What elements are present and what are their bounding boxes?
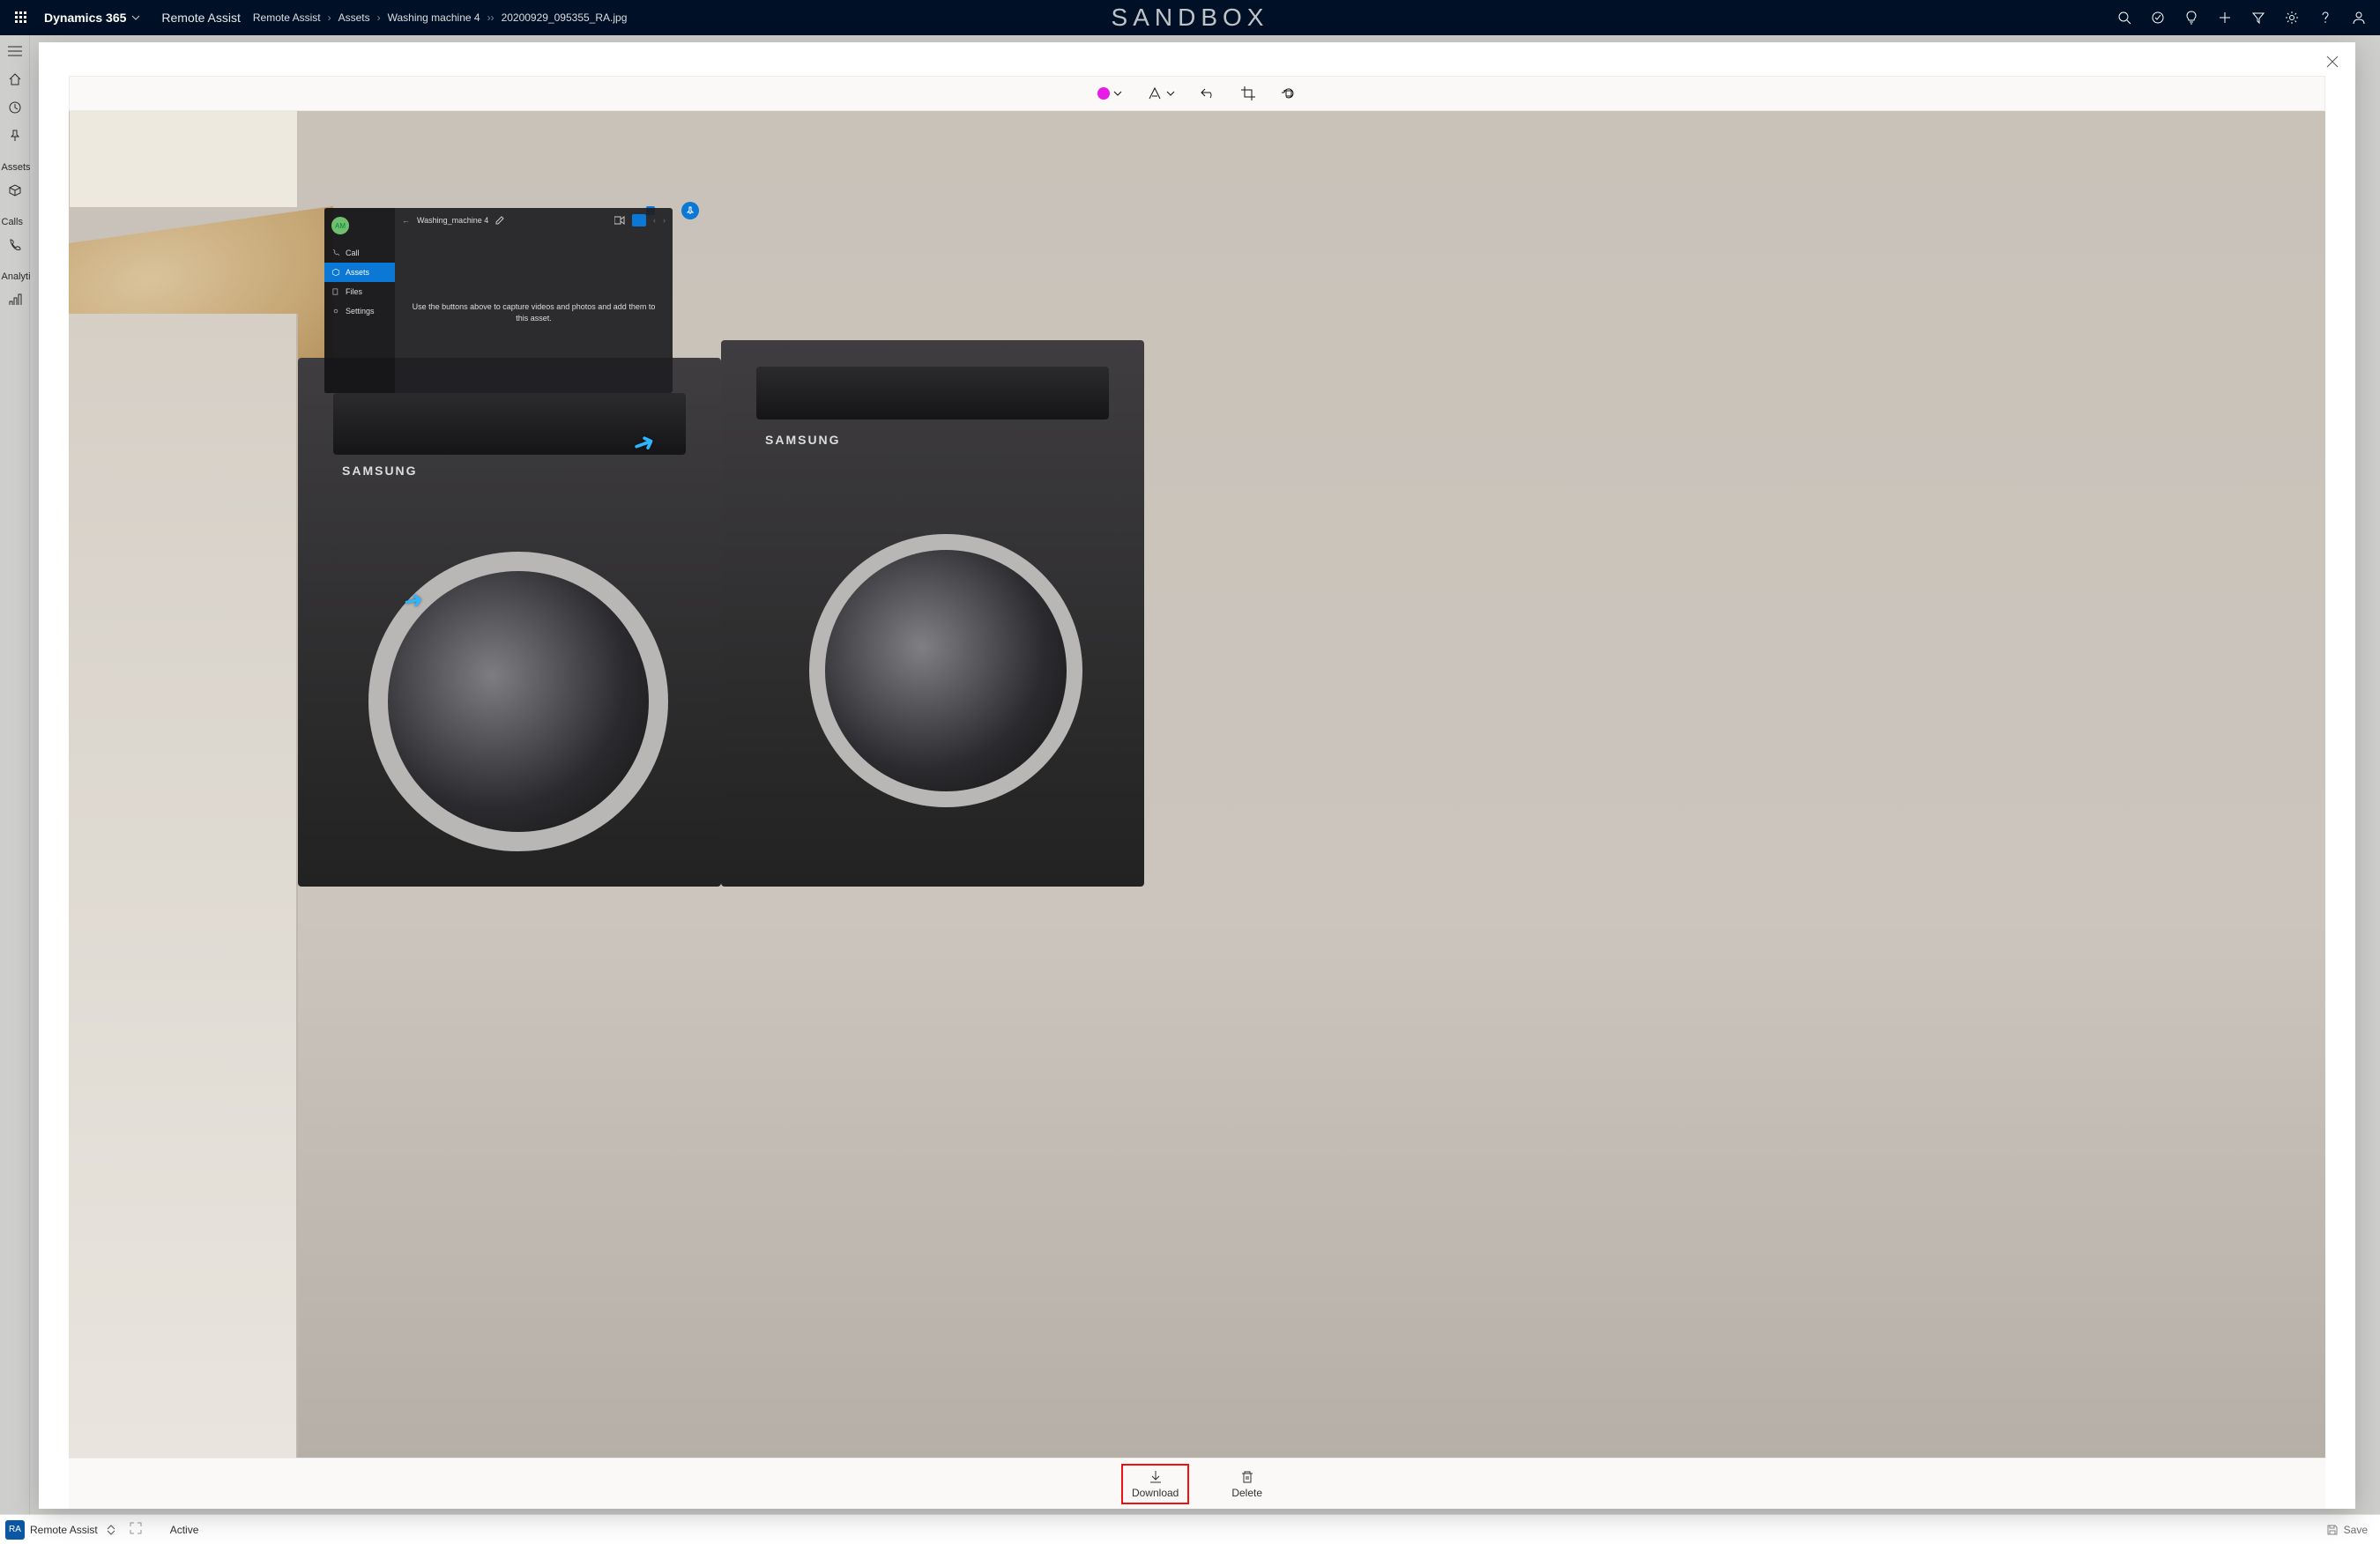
download-icon	[1148, 1469, 1164, 1485]
nav-pinned-icon[interactable]	[2, 125, 28, 146]
video-icon	[614, 216, 625, 225]
nav-section-label: Assets	[0, 162, 30, 173]
breadcrumb-item[interactable]: Assets	[338, 11, 370, 24]
appliance-brand: SAMSUNG	[342, 464, 418, 478]
nav-section-label: Calls	[0, 217, 30, 227]
brand-dropdown[interactable]: Dynamics 365	[35, 11, 149, 25]
captured-image: SAMSUNG SAMSUNG ➜ ➜ AM Call	[69, 111, 2325, 1458]
image-viewer-modal: SAMSUNG SAMSUNG ➜ ➜ AM Call	[39, 42, 2355, 1509]
camera-icon	[632, 214, 646, 226]
filter-icon[interactable]	[2244, 4, 2272, 32]
nav-recent-icon[interactable]	[2, 97, 28, 118]
nav-calls-icon[interactable]	[2, 234, 28, 256]
crop-icon	[1240, 85, 1256, 101]
record-footer-bar: RA Remote Assist Active Save	[0, 1514, 2380, 1544]
add-icon[interactable]	[2211, 4, 2239, 32]
brand-label: Dynamics 365	[44, 11, 126, 25]
annotation-toolbar	[69, 76, 2325, 111]
rotate-button[interactable]	[1281, 85, 1297, 101]
holo-nav-assets: Assets	[324, 263, 395, 282]
trash-icon	[1239, 1469, 1255, 1485]
holo-pin-icon	[681, 202, 699, 219]
nav-section-label: Analytics	[0, 271, 30, 282]
arrow-tool[interactable]	[1147, 85, 1175, 101]
breadcrumbs: Remote Assist › Assets › Washing machine…	[253, 11, 627, 24]
holo-header: ← Washing_machine 4 ‹ ›	[395, 208, 673, 233]
save-button[interactable]: Save	[2326, 1524, 2368, 1536]
save-icon	[2326, 1524, 2339, 1536]
record-stepper[interactable]	[103, 1525, 119, 1535]
gear-icon	[331, 307, 340, 315]
close-button[interactable]	[2322, 51, 2343, 72]
topbar-actions	[2110, 4, 2373, 32]
download-button[interactable]: Download	[1123, 1466, 1187, 1503]
phone-icon	[331, 249, 340, 257]
holo-avatar: AM	[331, 217, 349, 234]
help-icon[interactable]	[2311, 4, 2339, 32]
edit-icon	[495, 216, 504, 225]
washer: SAMSUNG	[298, 358, 721, 887]
close-icon	[2325, 55, 2339, 69]
holo-hint-text: Use the buttons above to capture videos …	[395, 233, 673, 393]
search-icon[interactable]	[2110, 4, 2138, 32]
delete-button[interactable]: Delete	[1223, 1466, 1271, 1503]
rotate-icon	[1281, 85, 1297, 101]
task-icon[interactable]	[2144, 4, 2172, 32]
breadcrumb-item[interactable]: Washing machine 4	[388, 11, 480, 24]
delete-label: Delete	[1231, 1487, 1262, 1499]
holo-nav-settings: Settings	[324, 301, 395, 321]
holo-main: ← Washing_machine 4 ‹ › Use the buttons …	[395, 208, 673, 393]
chevron-down-icon	[1166, 89, 1175, 98]
hololens-overlay: AM Call Assets Files Se	[324, 208, 673, 393]
image-canvas[interactable]: SAMSUNG SAMSUNG ➜ ➜ AM Call	[69, 111, 2325, 1458]
chevron-down-icon	[131, 13, 140, 22]
environment-label: SANDBOX	[1112, 4, 1269, 32]
crop-button[interactable]	[1240, 85, 1256, 101]
undo-button[interactable]	[1200, 85, 1216, 101]
holo-nav-files: Files	[324, 282, 395, 301]
app-topbar: Dynamics 365 Remote Assist Remote Assist…	[0, 0, 2380, 35]
expand-icon[interactable]	[130, 1522, 142, 1537]
dryer: SAMSUNG	[721, 340, 1144, 887]
color-swatch-icon	[1097, 87, 1110, 100]
lightbulb-icon[interactable]	[2177, 4, 2205, 32]
nav-hamburger-icon[interactable]	[2, 41, 28, 62]
holo-sidebar: AM Call Assets Files Se	[324, 208, 395, 393]
app-name: Remote Assist	[149, 11, 252, 25]
owner-label[interactable]: Remote Assist	[30, 1524, 98, 1536]
breadcrumb-item[interactable]: Remote Assist	[253, 11, 321, 24]
nav-home-icon[interactable]	[2, 69, 28, 90]
chevron-down-icon	[107, 1530, 115, 1535]
left-nav: Assets Calls Analytics	[0, 35, 30, 1544]
undo-icon	[1200, 85, 1216, 101]
nav-analytics-icon[interactable]	[2, 289, 28, 310]
appliance-brand: SAMSUNG	[765, 433, 841, 447]
arrow-tool-icon	[1147, 85, 1163, 101]
files-icon	[331, 287, 340, 296]
holo-nav-call: Call	[324, 243, 395, 263]
cube-icon	[331, 268, 340, 277]
back-icon: ←	[402, 216, 410, 225]
status-text: Active	[170, 1524, 199, 1536]
holo-title: Washing_machine 4	[417, 216, 488, 225]
color-picker[interactable]	[1097, 87, 1122, 100]
app-launcher-icon[interactable]	[7, 11, 35, 25]
next-icon: ›	[663, 216, 666, 225]
breadcrumb-item[interactable]: 20200929_095355_RA.jpg	[502, 11, 628, 24]
chevron-down-icon	[1113, 89, 1122, 98]
save-label: Save	[2344, 1524, 2368, 1536]
download-label: Download	[1132, 1487, 1179, 1499]
nav-assets-icon[interactable]	[2, 180, 28, 201]
owner-avatar[interactable]: RA	[5, 1520, 25, 1540]
account-icon[interactable]	[2345, 4, 2373, 32]
viewer-footer: Download Delete	[69, 1458, 2325, 1509]
prev-icon: ‹	[653, 216, 656, 225]
gear-icon[interactable]	[2278, 4, 2306, 32]
